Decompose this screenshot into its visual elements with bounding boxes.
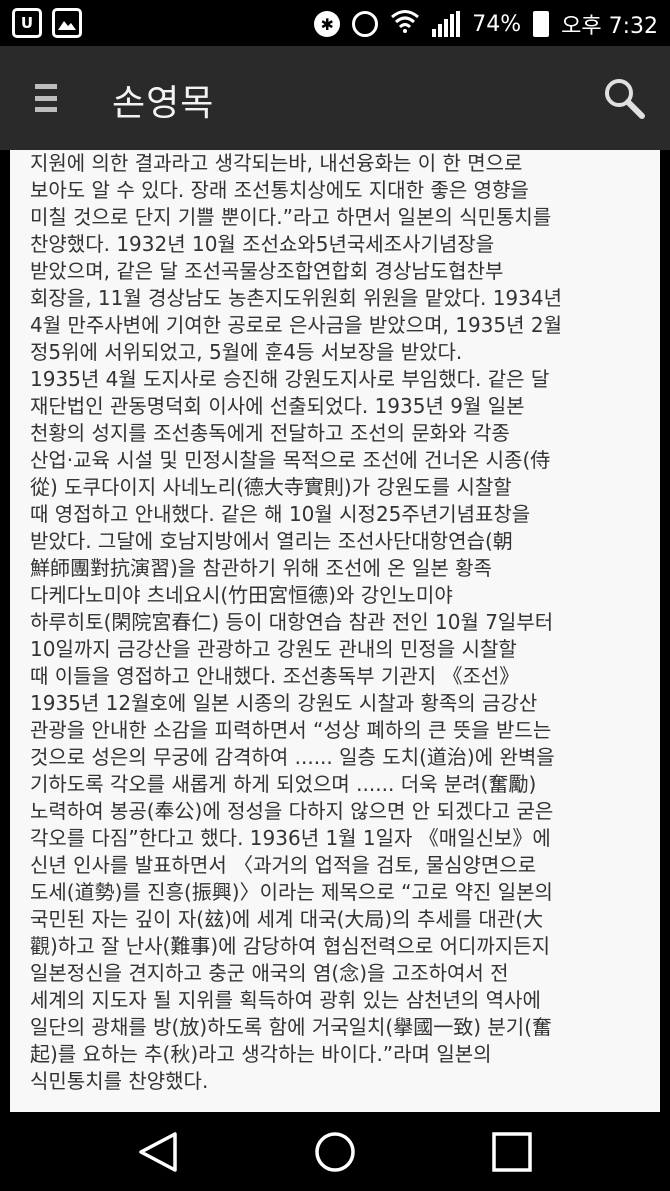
article-line: 관광을 안내한 소감을 피력하면서 “성상 폐하의 큰 뜻을 받드는	[30, 718, 552, 742]
article-line: 정5위에 서위되었고, 5월에 훈4등 서보장을 받았다.	[30, 340, 463, 364]
bluetooth-icon: ✱	[314, 11, 341, 37]
article-line: 觀)하고 잘 난사(難事)에 감당하여 협심전력으로 어디까지든지	[30, 934, 550, 958]
article-line: 때 영접하고 안내했다. 같은 해 10월 시정25주년기념표창을	[30, 502, 531, 526]
article-line: 4월 만주사변에 기여한 공로로 은사금을 받았으며, 1935년 2월	[30, 313, 563, 337]
article-line: 회장을, 11월 경상남도 농촌지도위원회 위원을 맡았다. 1934년	[30, 286, 563, 310]
image-icon	[52, 8, 82, 38]
article-line: 때 이들을 영접하고 안내했다. 조선총독부 기관지 《조선》	[30, 664, 520, 688]
article-line: 신년 인사를 발표하면서 〈과거의 업적을 검토, 물심양면으로	[30, 853, 537, 877]
article-line: 국민된 자는 깊이 자(玆)에 세계 대국(大局)의 추세를 대관(大	[30, 907, 544, 931]
article-line: 지원에 의한 결과라고 생각되는바, 내선융화는 이 한 면으로	[30, 151, 523, 175]
article-line: 기하도록 각오를 새롭게 하게 되었으며 ...... 더욱 분려(奮勵)	[30, 772, 537, 796]
navigation-bar	[0, 1112, 670, 1191]
article-line: 다케다노미야 츠네요시(竹田宮恒德)와 강인노미야	[30, 583, 453, 607]
article-content[interactable]: 지원에 의한 결과라고 생각되는바, 내선융화는 이 한 면으로 보아도 알 수…	[10, 150, 660, 1112]
article-line: 起)를 요하는 추(秋)라고 생각하는 바이다.”라며 일본의	[30, 1042, 492, 1066]
article-line: 미칠 것으로 단지 기쁠 뿐이다.”라고 하면서 일본의 식민통치를	[30, 205, 552, 229]
article-line: 받았으며, 같은 달 조선곡물상조합연합회 경상남도협찬부	[30, 259, 504, 283]
menu-icon[interactable]	[35, 84, 57, 112]
signal-icon	[432, 11, 461, 37]
article-text: 지원에 의한 결과라고 생각되는바, 내선융화는 이 한 면으로 보아도 알 수…	[10, 150, 660, 1095]
article-line: 도세(道勢)를 진흥(振興)〉이라는 제목으로 “고로 약진 일본의	[30, 880, 553, 904]
uplus-icon: U	[12, 8, 42, 38]
article-line: 1935년 4월 도지사로 승진해 강원도지사로 부임했다. 같은 달	[30, 367, 550, 391]
recents-icon[interactable]	[490, 1130, 534, 1174]
status-bar: U ✱ 74% 오후 7:32	[0, 0, 670, 46]
article-line: 노력하여 봉공(奉公)에 정성을 다하지 않으면 안 되겠다고 굳은	[30, 799, 554, 823]
home-icon[interactable]	[313, 1130, 357, 1174]
app-bar: 손영목	[0, 46, 670, 150]
search-icon[interactable]	[602, 76, 646, 120]
article-line: 보아도 알 수 있다. 장래 조선통치상에도 지대한 좋은 영향을	[30, 178, 529, 202]
article-line: 1935년 12월호에 일본 시종의 강원도 시찰과 황족의 금강산	[30, 691, 538, 715]
article-line: 일단의 광채를 방(放)하도록 함에 거국일치(擧國一致) 분기(奮	[30, 1015, 553, 1039]
alarm-icon	[352, 11, 379, 37]
article-line: 하루히토(閑院宮春仁) 등이 대항연습 참관 전인 10월 7일부터	[30, 610, 554, 634]
wifi-icon	[390, 9, 420, 39]
article-line: 鮮師團對抗演習)을 참관하기 위해 조선에 온 일본 황족	[30, 556, 492, 580]
article-line: 산업·교육 시설 및 민정시찰을 목적으로 조선에 건너온 시종(侍	[30, 448, 551, 472]
article-line: 10일까지 금강산을 관광하고 강원도 관내의 민정을 시찰할	[30, 637, 517, 661]
battery-percent: 74%	[472, 11, 522, 37]
article-line: 일본정신을 견지하고 충군 애국의 염(念)을 고조하여서 전	[30, 961, 509, 985]
page-title: 손영목	[112, 83, 215, 124]
back-icon[interactable]	[135, 1130, 179, 1174]
battery-icon	[533, 11, 550, 37]
article-line: 찬양했다. 1932년 10월 조선쇼와5년국세조사기념장을	[30, 232, 495, 256]
article-line: 세계의 지도자 될 지위를 획득하여 광휘 있는 삼천년의 역사에	[30, 988, 541, 1012]
article-line: 것으로 성은의 무궁에 감격하여 ...... 일층 도치(道治)에 완벽을	[30, 745, 555, 769]
article-line: 천황의 성지를 조선총독에게 전달하고 조선의 문화와 각종	[30, 421, 510, 445]
clock: 오후 7:32	[561, 14, 658, 39]
article-line: 각오를 다짐”한다고 했다. 1936년 1월 1일자 《매일신보》에	[30, 826, 551, 850]
article-line: 받았다. 그달에 호남지방에서 열리는 조선사단대항연습(朝	[30, 529, 513, 553]
article-line: 從) 도쿠다이지 사네노리(德大寺實則)가 강원도를 시찰할	[30, 475, 512, 499]
article-line: 식민통치를 찬양했다.	[30, 1069, 209, 1093]
article-line: 재단법인 관동명덕회 이사에 선출되었다. 1935년 9월 일본	[30, 394, 525, 418]
